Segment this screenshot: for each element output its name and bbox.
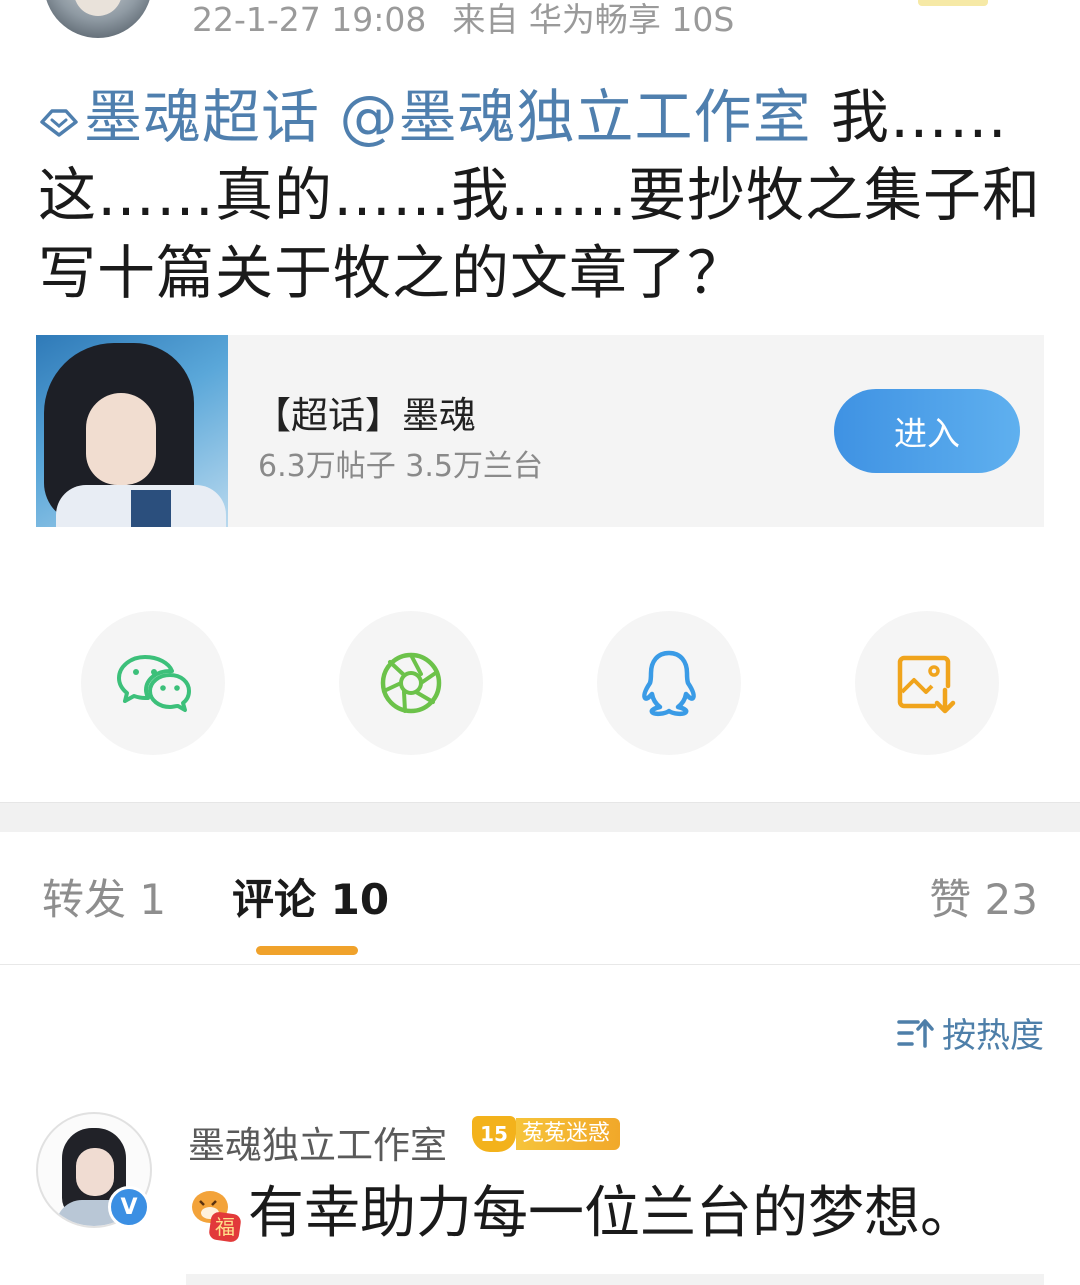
cover-face [86,393,156,485]
corner-badge [918,0,988,6]
post-text: 墨魂超话 @墨魂独立工作室 我……这……真的……我……要抄牧之集子和写十篇关于牧… [38,78,1048,312]
comment-reply-box [186,1274,1044,1285]
save-image-button[interactable] [855,611,999,755]
tiger-fu-sticker-icon: 福 [186,1185,244,1243]
comment-body: 有幸助力每一位兰台的梦想。 [248,1181,976,1246]
tab-repost[interactable]: 转发 1 [42,872,166,928]
tab-comment[interactable]: 评论 10 [232,872,389,928]
post-source: 来自 华为畅享 10S [452,0,735,39]
wechat-icon [117,655,191,712]
sort-toggle[interactable]: 按热度 [896,1008,1044,1057]
fan-level-badge[interactable]: 15 菟菟迷惑 [472,1116,621,1152]
topic-card-title: 【超话】墨魂 [254,394,476,437]
share-moments-button[interactable] [339,611,483,755]
level-shield-icon: 15 [472,1116,516,1152]
topic-card-stats: 6.3万帖子 3.5万兰台 [258,449,543,484]
mention-link[interactable]: @墨魂独立工作室 [339,83,811,151]
share-qq-button[interactable] [597,611,741,755]
super-topic-icon [40,109,78,137]
avatar-face [76,1148,114,1196]
post-timestamp: 22-1-27 19:08 [192,0,427,39]
sort-icon [897,1018,934,1048]
moments-icon [380,652,442,714]
avatar-face [74,0,122,16]
share-wechat-button[interactable] [81,611,225,755]
post-meta: 22-1-27 19:08 来自 华为畅享 10S [192,0,734,40]
enter-topic-button[interactable]: 进入 [834,389,1020,473]
active-tab-indicator [256,946,358,955]
tiger-icon: 福 [192,1191,241,1242]
section-divider [0,802,1080,832]
qq-icon [642,650,696,717]
sticker-fu-text: 福 [215,1215,235,1239]
comment-author-name[interactable]: 墨魂独立工作室 [188,1115,447,1169]
sort-label: 按热度 [942,1016,1044,1056]
comment-text: 福 有幸助力每一位兰台的梦想。 [186,1176,976,1252]
topic-cover-image [36,335,228,527]
fan-badge-label: 菟菟迷惑 [516,1118,621,1150]
verified-badge-icon: V [108,1186,150,1228]
cover-robe-accent [131,490,171,527]
save-image-icon [897,655,956,714]
topic-link[interactable]: 墨魂超话 [84,83,320,151]
tab-like[interactable]: 赞 23 [929,872,1038,928]
topic-card[interactable]: 【超话】墨魂 6.3万帖子 3.5万兰台 进入 [36,335,1044,527]
post-author-avatar[interactable] [44,0,152,38]
tabs-divider [0,964,1080,965]
